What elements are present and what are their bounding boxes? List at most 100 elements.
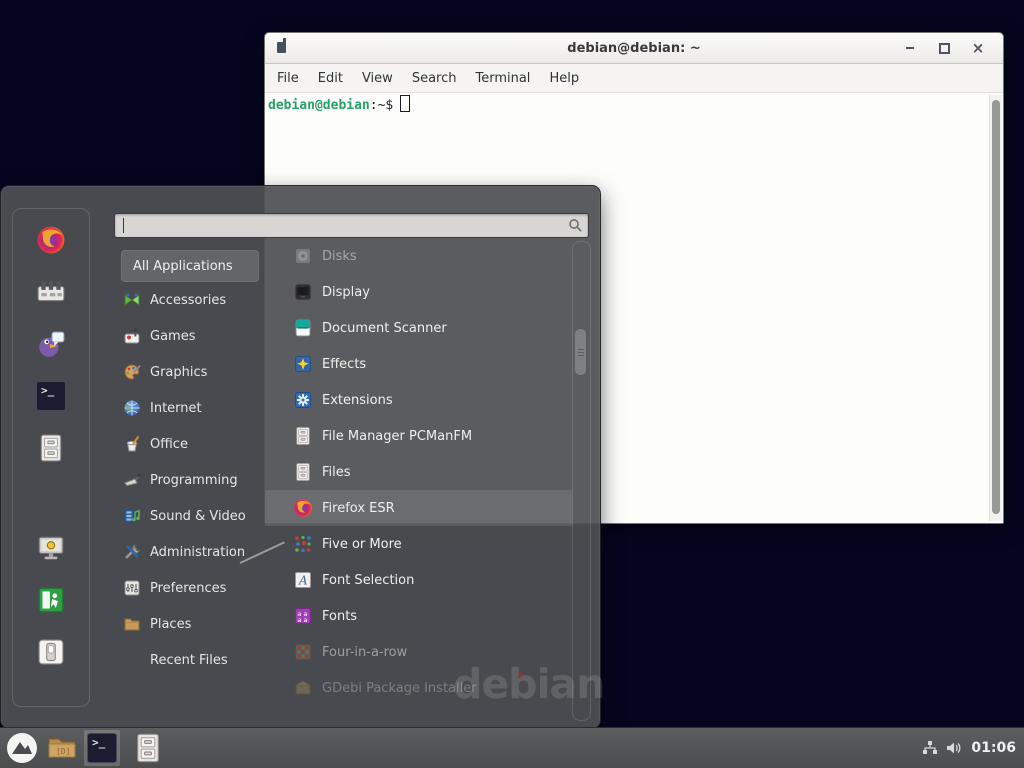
file-cabinet-icon [293,462,313,482]
terminal-window-icon [277,42,286,53]
accessories-icon [123,291,141,309]
category-administration[interactable]: Administration [121,534,267,570]
maximize-icon [939,43,950,54]
category-all-applications[interactable]: All Applications [121,250,259,282]
graphics-icon [123,363,141,381]
programming-icon [123,471,141,489]
disks-icon [293,246,313,266]
app-item-document-scanner[interactable]: Document Scanner [265,310,572,346]
pidgin-icon [36,329,66,359]
files-launcher[interactable] [130,730,166,766]
menu-terminal[interactable]: Terminal [475,71,530,86]
control-center-button[interactable] [36,277,66,307]
category-sound-video[interactable]: Sound & Video [121,498,267,534]
category-games[interactable]: Games [121,318,267,354]
terminal-titlebar[interactable]: debian@debian: ~ × [265,33,1003,64]
terminal-cursor [400,95,410,112]
shell-prompt: debian@debian:~$ [268,95,410,113]
minimize-button[interactable] [899,33,921,63]
close-button[interactable]: × [967,33,989,63]
category-places[interactable]: Places [121,606,267,642]
svg-text:a a: a a [298,616,308,624]
applications-menu-button[interactable] [4,730,40,766]
close-icon: × [972,41,985,56]
app-item-font-selection[interactable]: A Font Selection [265,562,572,598]
shutdown-button[interactable] [36,637,66,667]
category-recent-files[interactable]: Recent Files [121,642,267,678]
menu-sidebar: >_ [12,208,90,707]
fonts-icon: a aa a [293,606,313,626]
prompt-path: :~$ [370,98,393,113]
games-icon [123,327,141,345]
prompt-user-host: debian@debian [268,98,370,113]
taskbar: [D] >_ 01:06 [0,727,1024,768]
file-manager-button[interactable] [36,433,66,463]
app-item-display[interactable]: Display [265,274,572,310]
menu-view[interactable]: View [362,71,393,86]
minimize-icon [906,47,914,49]
clock[interactable]: 01:06 [971,740,1016,756]
app-item-file-manager-pcmanfm[interactable]: File Manager PCManFM [265,418,572,454]
terminal-scrollbar-thumb[interactable] [992,100,1000,514]
application-list: Disks Display Document Scanner Effects E… [265,238,572,706]
app-item-firefox-esr[interactable]: Firefox ESR [265,490,572,526]
menu-search[interactable]: Search [412,71,457,86]
log-out-icon [36,585,66,615]
system-tray: 01:06 [921,728,1024,768]
pidgin-button[interactable] [36,329,66,359]
category-preferences[interactable]: Preferences [121,570,267,606]
app-item-fonts[interactable]: a aa a Fonts [265,598,572,634]
menu-logo-icon [6,732,38,764]
extensions-icon [293,390,313,410]
effects-icon [293,354,313,374]
debian-wallpaper-watermark: debian [453,660,604,708]
internet-icon [123,399,141,417]
terminal-title: debian@debian: ~ [567,41,700,56]
category-graphics[interactable]: Graphics [121,354,267,390]
volume-icon[interactable] [945,739,963,757]
network-icon[interactable] [921,739,939,757]
file-cabinet-icon [293,426,313,446]
app-item-five-or-more[interactable]: Five or More [265,526,572,562]
terminal-launcher-button[interactable]: >_ [36,381,66,411]
file-cabinet-icon [132,732,164,764]
category-accessories[interactable]: Accessories [121,282,267,318]
maximize-button[interactable] [933,33,955,63]
log-out-button[interactable] [36,585,66,615]
folder-icon: [D] [46,732,78,764]
app-item-extensions[interactable]: Extensions [265,382,572,418]
office-icon [123,435,141,453]
terminal-scrollbar[interactable] [989,95,1002,521]
category-list: All Applications Accessories Games Graph… [121,250,267,678]
menu-help[interactable]: Help [549,71,579,86]
menu-edit[interactable]: Edit [318,71,343,86]
control-center-icon [36,277,66,307]
four-in-a-row-icon [293,642,313,662]
app-list-scrollbar-thumb[interactable] [575,329,586,375]
five-or-more-icon [293,534,313,554]
display-icon [293,282,313,302]
app-item-disks[interactable]: Disks [265,238,572,274]
app-item-files[interactable]: Files [265,454,572,490]
app-list-scrollbar[interactable] [572,241,591,721]
svg-text:[D]: [D] [56,747,70,756]
terminal-taskbar-button[interactable]: >_ [84,730,120,766]
gdebi-icon [293,678,313,698]
lock-screen-icon [36,533,66,563]
firefox-launcher-button[interactable] [36,225,66,255]
text-caret [123,218,124,233]
file-cabinet-icon [36,433,66,463]
menu-file[interactable]: File [277,71,299,86]
category-office[interactable]: Office [121,426,267,462]
terminal-icon: >_ [36,381,66,411]
svg-text:A: A [298,574,308,588]
search-input[interactable] [123,216,557,235]
category-internet[interactable]: Internet [121,390,267,426]
category-programming[interactable]: Programming [121,462,267,498]
desktop: debian@debian: ~ × File Edit View Search… [0,0,1024,768]
lock-screen-button[interactable] [36,533,66,563]
file-manager-launcher[interactable]: [D] [44,730,80,766]
places-icon [123,615,141,633]
app-item-effects[interactable]: Effects [265,346,572,382]
sound-video-icon [123,507,141,525]
